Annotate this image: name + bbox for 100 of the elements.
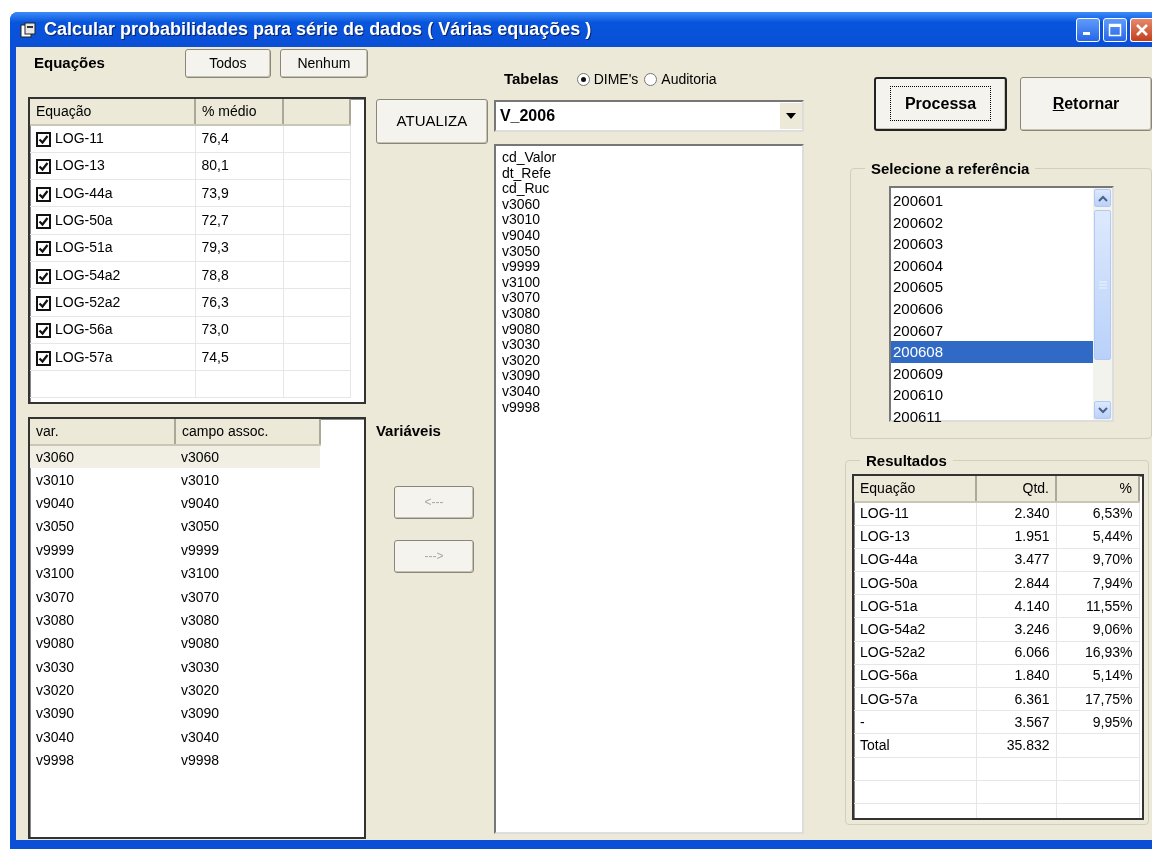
- radio-label: DIME's: [593, 69, 639, 89]
- table-dropdown[interactable]: V_2006: [493, 100, 804, 132]
- action-button[interactable]: Processa: [874, 77, 1007, 131]
- checkbox[interactable]: [36, 214, 51, 230]
- table-cell-text: v3050: [180, 517, 221, 537]
- column-header[interactable]: Equação: [854, 476, 976, 502]
- list-item[interactable]: 200601: [891, 190, 1093, 212]
- equation-name: LOG-44a: [55, 184, 113, 201]
- list-item[interactable]: v3080: [495, 305, 802, 322]
- scroll-down-button[interactable]: [1094, 401, 1111, 419]
- list-item[interactable]: v3050: [495, 243, 802, 260]
- table-cell: v3010: [30, 468, 175, 492]
- group-label: Resultados: [865, 453, 948, 468]
- table-cell: LOG-51a: [854, 594, 976, 618]
- scroll-up-button[interactable]: [1094, 189, 1111, 207]
- radio-button[interactable]: [644, 72, 658, 86]
- list-item[interactable]: v9040: [495, 227, 802, 244]
- checkbox[interactable]: [36, 186, 51, 202]
- table-cell: 16,93%: [1056, 641, 1139, 665]
- table-cell: 79,3: [195, 234, 283, 262]
- checkbox[interactable]: [36, 159, 51, 175]
- table-cell: 5,44%: [1056, 525, 1139, 549]
- app-icon: [20, 21, 36, 38]
- list-item[interactable]: 200606: [891, 297, 1093, 320]
- checkbox[interactable]: [36, 350, 51, 366]
- list-item[interactable]: cd_Ruc: [495, 181, 802, 197]
- list-item[interactable]: 200604: [891, 254, 1093, 277]
- close-button[interactable]: [1130, 17, 1152, 42]
- table-cell: 17,75%: [1056, 687, 1139, 711]
- table-cell: 74,5: [195, 343, 283, 371]
- checkbox[interactable]: [36, 295, 51, 311]
- table-cell-text: v3100: [35, 564, 76, 584]
- update-button[interactable]: ATUALIZA: [375, 99, 488, 144]
- table-cell: 73,9: [195, 179, 283, 207]
- group-label: Selecione a referência: [870, 161, 1031, 176]
- column-header[interactable]: Equação: [30, 99, 195, 125]
- select-button[interactable]: Todos: [184, 48, 271, 78]
- list-item[interactable]: 200609: [891, 362, 1093, 385]
- section-label: Variáveis: [375, 421, 441, 441]
- scrollbar-thumb[interactable]: [1094, 210, 1111, 360]
- table-cell-text: v3080: [35, 610, 76, 630]
- action-button[interactable]: Retornar: [1020, 77, 1152, 131]
- checkbox[interactable]: [36, 323, 51, 339]
- table-cell: LOG-52a2: [854, 641, 976, 665]
- list-item[interactable]: v3090: [495, 368, 802, 384]
- close-icon: [1134, 22, 1149, 37]
- equation-name: LOG-50a: [55, 212, 113, 229]
- list-item[interactable]: v9998: [495, 399, 802, 416]
- table-cell: 4.140: [976, 594, 1056, 618]
- table-cell-text: v3070: [180, 587, 221, 607]
- table-cell: LOG-11: [854, 502, 976, 526]
- table-cell: LOG-56a: [854, 664, 976, 688]
- column-header[interactable]: campo assoc.: [175, 419, 320, 445]
- list-item[interactable]: 200611: [891, 405, 1093, 428]
- list-item[interactable]: dt_Refe: [495, 165, 802, 182]
- checkbox[interactable]: [36, 268, 51, 284]
- list-item[interactable]: 200602: [891, 211, 1093, 234]
- table-cell: 2.844: [976, 571, 1056, 595]
- table-cell: 73,0: [195, 316, 283, 344]
- table-cell: 9,70%: [1056, 548, 1139, 572]
- list-item[interactable]: v3020: [495, 352, 802, 369]
- list-item[interactable]: v3070: [495, 290, 802, 306]
- list-item[interactable]: 200608: [891, 341, 1093, 363]
- table-cell-text: v3100: [180, 564, 221, 584]
- maximize-button[interactable]: [1103, 17, 1127, 42]
- table-cell-text: v3030: [35, 657, 76, 677]
- dropdown-value: V_2006: [498, 106, 557, 126]
- table-cell: 76,4: [195, 125, 283, 153]
- table-cell: LOG-54a2: [854, 617, 976, 642]
- checkbox[interactable]: [36, 132, 51, 148]
- list-item[interactable]: v3030: [495, 337, 802, 353]
- checkbox[interactable]: [36, 241, 51, 257]
- list-item[interactable]: v9080: [495, 321, 802, 338]
- list-item[interactable]: v3100: [495, 274, 802, 291]
- list-item[interactable]: 200603: [891, 233, 1093, 255]
- select-button[interactable]: Nenhum: [279, 48, 368, 78]
- table-cell: 3.477: [976, 548, 1056, 572]
- list-item[interactable]: v3010: [495, 212, 802, 228]
- column-header[interactable]: Qtd.: [976, 476, 1056, 502]
- list-item[interactable]: v3060: [495, 196, 802, 213]
- table-cell-text: v9999: [180, 540, 221, 560]
- list-item[interactable]: v9999: [495, 259, 802, 275]
- equation-name: LOG-11: [55, 130, 104, 147]
- table-cell: v3060: [30, 445, 175, 469]
- column-header[interactable]: var.: [30, 419, 175, 445]
- list-item[interactable]: 200607: [891, 319, 1093, 342]
- table-cell-text: v9040: [35, 493, 76, 513]
- list-item[interactable]: 200605: [891, 276, 1093, 298]
- radio-button[interactable]: [576, 72, 590, 86]
- list-item[interactable]: cd_Valor: [495, 150, 802, 166]
- minimize-button[interactable]: [1076, 17, 1100, 42]
- column-header[interactable]: %: [1056, 476, 1139, 502]
- table-cell: 1.840: [976, 664, 1056, 688]
- table-cell-text: v3020: [180, 681, 221, 701]
- list-item[interactable]: 200610: [891, 384, 1093, 406]
- table-cell: -: [854, 710, 976, 734]
- window-title: Calcular probabilidades para série de dados ( Várias equações ): [44, 18, 592, 41]
- column-header[interactable]: % médio: [195, 99, 283, 125]
- list-item[interactable]: v3040: [495, 383, 802, 400]
- table-cell-text: v3090: [180, 704, 221, 724]
